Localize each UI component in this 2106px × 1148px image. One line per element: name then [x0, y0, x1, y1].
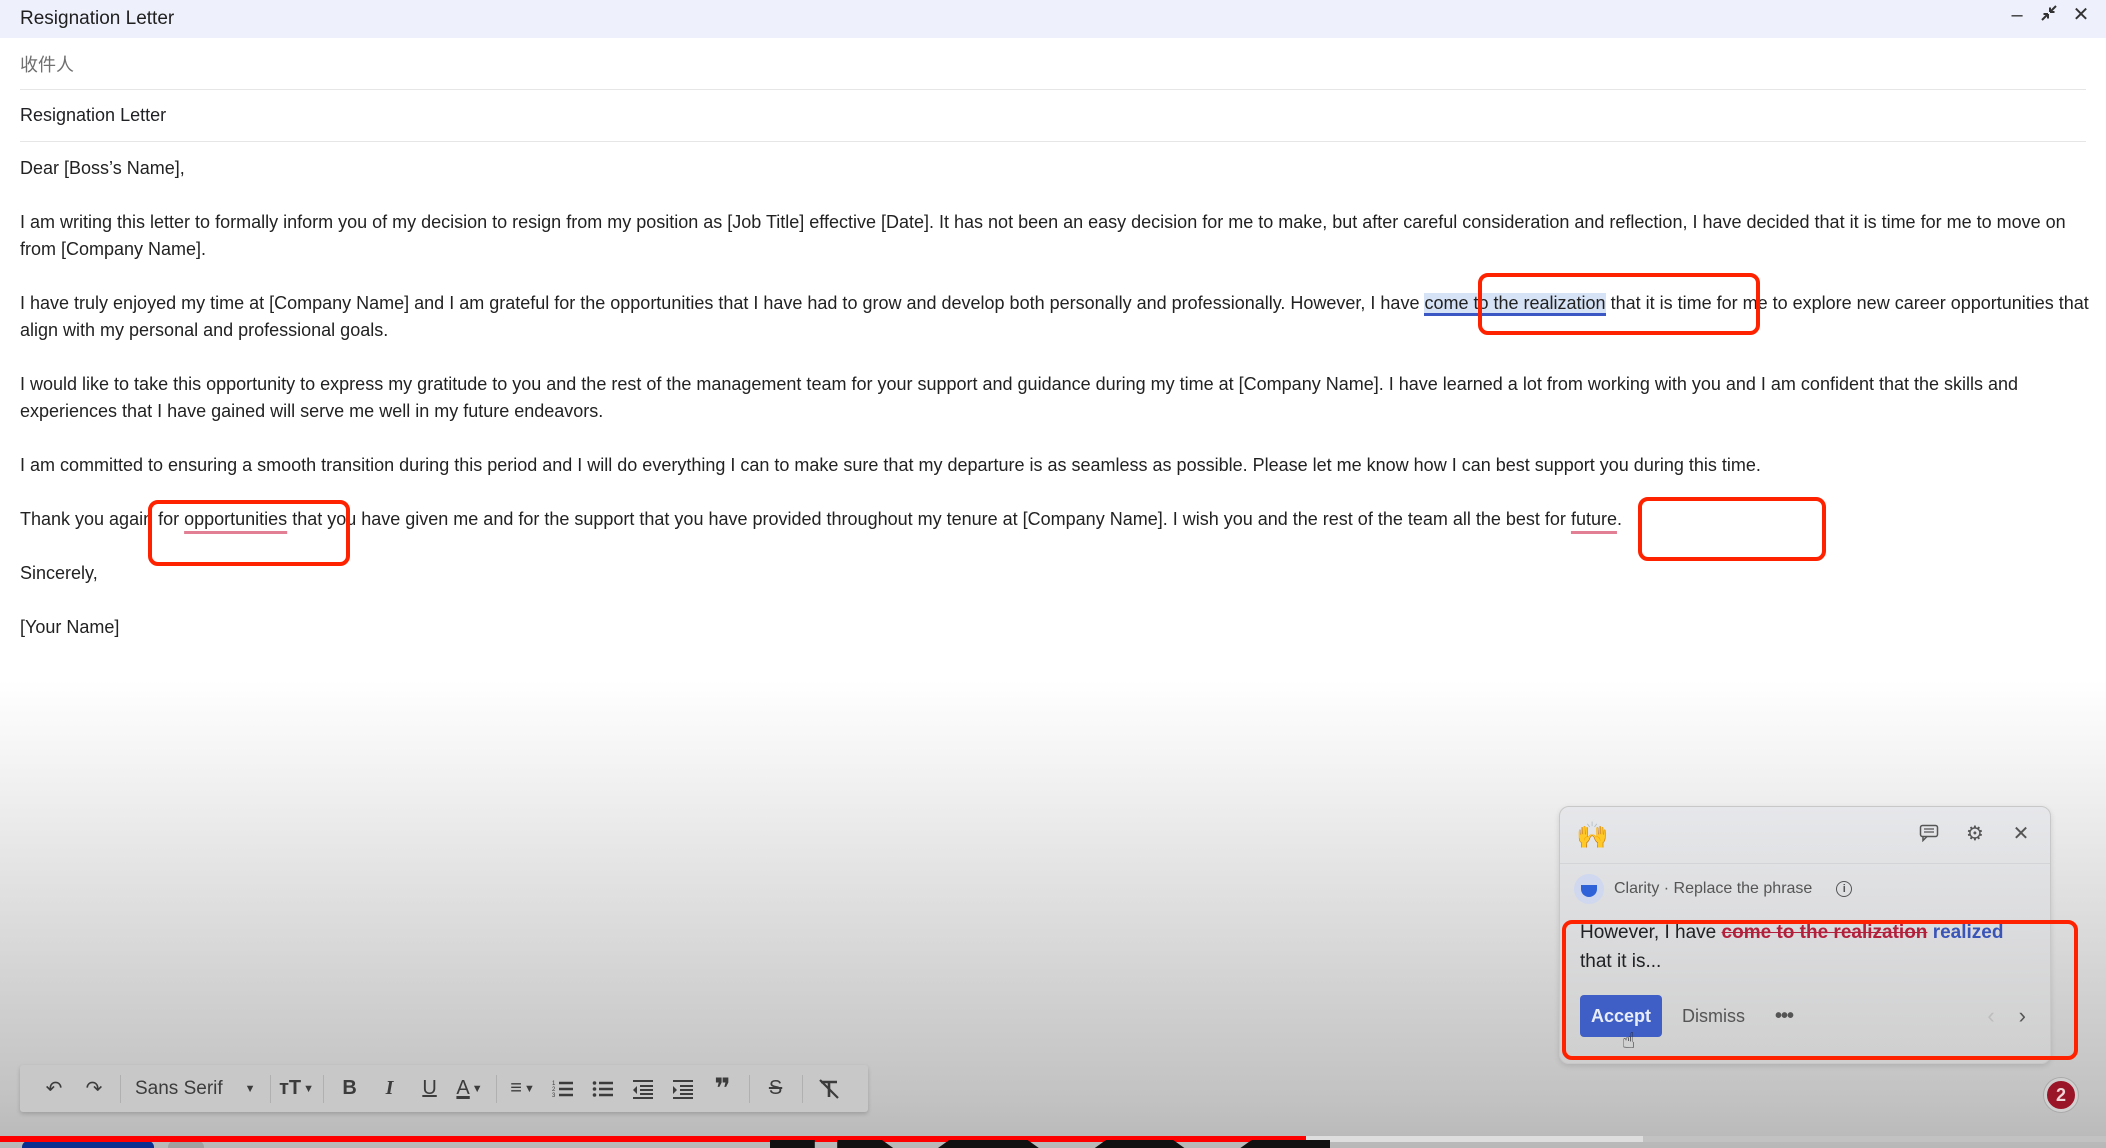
previous-suggestion-button[interactable]: ‹ — [1987, 1003, 1994, 1029]
close-icon[interactable]: ✕ — [2070, 4, 2092, 26]
greeting: Dear [Boss’s Name], — [20, 158, 185, 178]
bulleted-list-icon[interactable] — [585, 1071, 621, 1107]
card-header-actions: ⚙ ✕ — [1918, 821, 2032, 845]
toolbar-divider — [120, 1074, 121, 1103]
chevron-down-icon: ▼ — [244, 1082, 256, 1095]
toolbar-divider — [748, 1074, 750, 1103]
closing: Sincerely, — [20, 563, 98, 583]
window-title: Resignation Letter — [20, 8, 175, 29]
dismiss-button[interactable]: Dismiss — [1682, 1006, 1745, 1027]
toolbar-divider — [322, 1074, 324, 1103]
subject-value: Resignation Letter — [20, 105, 167, 125]
suggestion-category: Clarity · Replace the phrase i — [1560, 864, 2050, 914]
paragraph-2: I have truly enjoyed my time at [Company… — [20, 290, 2090, 344]
recipients-placeholder: 收件人 — [20, 54, 74, 75]
flagged-word-future[interactable]: future — [1571, 509, 1617, 529]
minimize-icon[interactable]: – — [2006, 4, 2028, 26]
paragraph-3: I would like to take this opportunity to… — [20, 374, 2019, 421]
toolbar-divider — [495, 1074, 497, 1103]
more-options-button[interactable]: ••• — [1775, 1005, 1794, 1028]
preview-before: However, I have — [1580, 922, 1722, 943]
toolbar-divider — [269, 1074, 271, 1103]
redo-icon[interactable]: ↷ — [76, 1071, 112, 1107]
signature: [Your Name] — [20, 617, 120, 637]
paragraph-2-before: I have truly enjoyed my time at [Company… — [20, 293, 1425, 313]
preview-inserted-text: realized — [1932, 922, 2004, 943]
quote-icon[interactable]: ❞ — [705, 1071, 741, 1107]
paragraph-4: I am committed to ensuring a smooth tran… — [20, 455, 1761, 475]
italic-icon[interactable]: I — [372, 1071, 408, 1107]
hand-cursor-icon: ☝ — [1622, 1028, 1636, 1053]
align-left-icon: ≡ — [510, 1077, 522, 1099]
chevron-down-icon: ▼ — [303, 1082, 314, 1095]
chevron-down-icon: ▼ — [523, 1082, 535, 1095]
paragraph-5-part-2: that you have given me and for the suppo… — [287, 509, 1571, 529]
indent-more-icon[interactable] — [665, 1071, 701, 1107]
recipients-field[interactable]: 收件人 — [20, 38, 2086, 90]
undo-icon[interactable]: ↶ — [36, 1071, 72, 1107]
align-select[interactable]: ≡ ▼ — [505, 1071, 541, 1107]
font-size-icon: тT — [279, 1077, 302, 1099]
suggestion-card-header: 🙌 ⚙ ✕ — [1560, 807, 2050, 864]
text-color-select[interactable]: A ▼ — [452, 1071, 488, 1107]
suggestion-navigation: ‹ › — [1987, 1003, 2026, 1029]
video-subtitle-fragment — [770, 1140, 1330, 1148]
underline-icon[interactable]: U — [412, 1071, 448, 1107]
paragraph-1: I am writing this letter to formally inf… — [20, 212, 2066, 259]
paragraph-5-part-3: . — [1616, 509, 1622, 529]
preview-removed-text: come to the realization — [1721, 922, 1928, 943]
video-channel-logo — [22, 1141, 154, 1148]
next-suggestion-button[interactable]: › — [2019, 1003, 2026, 1029]
indent-less-icon[interactable] — [625, 1071, 661, 1107]
info-icon[interactable]: i — [1836, 881, 1853, 897]
paragraph-5-part-1: Thank you again for — [20, 509, 185, 529]
feedback-icon[interactable] — [1918, 821, 1940, 845]
strikethrough-icon[interactable]: S — [758, 1071, 794, 1107]
message-body[interactable]: Dear [Boss’s Name], I am writing this le… — [20, 155, 2090, 668]
suggestion-count-badge[interactable]: 2 — [2044, 1078, 2078, 1112]
window-controls: – ✕ — [2006, 4, 2092, 26]
font-family-value: Sans Serif — [135, 1077, 223, 1099]
chevron-down-icon: ▼ — [471, 1082, 483, 1095]
raising-hands-icon: 🙌 — [1576, 819, 1609, 850]
clear-formatting-icon[interactable] — [811, 1071, 847, 1107]
subject-field[interactable]: Resignation Letter — [20, 90, 2086, 142]
toolbar-divider — [801, 1074, 803, 1103]
preview-after: that it is... — [1580, 951, 1662, 972]
bold-icon[interactable]: B — [332, 1071, 368, 1107]
flagged-word-opportunities[interactable]: opportunities — [184, 509, 287, 529]
font-family-select[interactable]: Sans Serif ▼ — [127, 1078, 264, 1100]
suggestion-preview: However, I have come to the realization … — [1560, 914, 2050, 992]
highlighted-phrase[interactable]: come to the realization — [1424, 293, 1606, 316]
paragraph-5: Thank you again for opportunities that y… — [20, 506, 2090, 533]
svg-text:3: 3 — [552, 1093, 556, 1099]
category-label: Clarity · Replace the phrase — [1614, 880, 1813, 897]
text-color-icon: A — [456, 1077, 470, 1099]
exit-fullscreen-icon[interactable] — [2038, 4, 2060, 26]
formatting-toolbar: ↶ ↷ Sans Serif ▼ тT ▼ B I U A ▼ ≡ ▼ 123 ❞ S — [20, 1065, 868, 1112]
suggestion-card: 🙌 ⚙ ✕ Clarity · Replace the phrase i How… — [1559, 806, 2051, 1064]
settings-icon[interactable]: ⚙ — [1964, 821, 1986, 845]
close-icon[interactable]: ✕ — [2010, 821, 2032, 845]
window-title-bar: Resignation Letter – ✕ — [0, 0, 2106, 38]
video-overlay-element — [168, 1141, 204, 1148]
numbered-list-icon[interactable]: 123 — [545, 1071, 581, 1107]
clarity-icon — [1574, 874, 1604, 904]
font-size-select[interactable]: тT ▼ — [279, 1071, 315, 1107]
